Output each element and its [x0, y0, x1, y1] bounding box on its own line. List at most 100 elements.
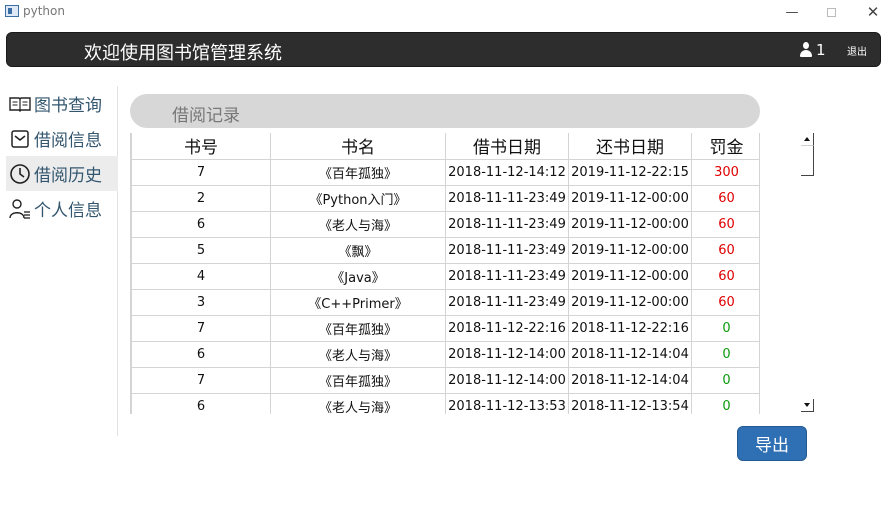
- cell-borrow-date: 2018-11-12-13:53: [445, 392, 569, 414]
- sidebar-item-label: 个人信息: [34, 201, 102, 221]
- cell-book-id: 5: [131, 236, 271, 264]
- scroll-up-button[interactable]: [801, 133, 814, 146]
- cell-book-title: 《百年孤独》: [270, 158, 446, 186]
- sidebar-item-borrow-info[interactable]: 借阅信息: [6, 121, 118, 156]
- cell-return-date: 2018-11-12-22:16: [568, 314, 692, 342]
- cell-borrow-date: 2018-11-11-23:49: [445, 288, 569, 316]
- cell-borrow-date: 2018-11-12-14:00: [445, 340, 569, 368]
- borrow-history-table: 书号 书名 借书日期 还书日期 罚金 7 《百年孤独》 2018-11-12-14:…: [130, 133, 760, 414]
- cell-book-id: 7: [131, 366, 271, 394]
- app-header: 欢迎使用图书馆管理系统 1 退出: [6, 32, 881, 67]
- sidebar-item-profile[interactable]: 个人信息: [6, 191, 118, 226]
- cell-book-title: 《Python入门》: [270, 184, 446, 212]
- cell-book-id: 3: [131, 288, 271, 316]
- cell-book-title: 《老人与海》: [270, 392, 446, 414]
- scroll-down-button[interactable]: [801, 399, 814, 412]
- cell-fine: 0: [691, 314, 759, 342]
- cell-book-title: 《百年孤独》: [270, 366, 446, 394]
- table-row[interactable]: 5 《飘》 2018-11-11-23:49 2019-11-12-00:00 60: [131, 236, 759, 264]
- table-row[interactable]: 4 《Java》 2018-11-11-23:49 2019-11-12-00:00 6…: [131, 262, 759, 290]
- cell-return-date: 2019-11-12-22:15: [568, 158, 692, 186]
- cell-return-date: 2018-11-12-14:04: [568, 366, 692, 394]
- section-header: 借阅记录: [130, 94, 760, 128]
- table-row[interactable]: 3 《C++Primer》 2018-11-11-23:49 2019-11-12-0…: [131, 288, 759, 316]
- cell-borrow-date: 2018-11-12-22:16: [445, 314, 569, 342]
- column-header-return-date[interactable]: 还书日期: [568, 133, 692, 160]
- cell-return-date: 2018-11-12-14:04: [568, 340, 692, 368]
- user-icon: [800, 42, 812, 58]
- cell-book-id: 6: [131, 392, 271, 414]
- cell-borrow-date: 2018-11-11-23:49: [445, 210, 569, 238]
- cell-book-title: 《百年孤独》: [270, 314, 446, 342]
- maximize-button[interactable]: [811, 0, 851, 24]
- sidebar-item-label: 图书查询: [34, 96, 102, 116]
- cell-book-id: 6: [131, 210, 271, 238]
- cell-borrow-date: 2018-11-12-14:12: [445, 158, 569, 186]
- cell-book-title: 《老人与海》: [270, 210, 446, 238]
- cell-fine: 300: [691, 158, 759, 186]
- cell-fine: 60: [691, 288, 759, 316]
- arrow-down-icon: [804, 403, 810, 407]
- cell-borrow-date: 2018-11-11-23:49: [445, 184, 569, 212]
- minimize-button[interactable]: —: [772, 0, 812, 24]
- cell-book-title: 《C++Primer》: [270, 288, 446, 316]
- cell-book-id: 2: [131, 184, 271, 212]
- cell-book-title: 《老人与海》: [270, 340, 446, 368]
- sidebar: 图书查询 借阅信息 借阅历史 个人信息: [6, 86, 118, 436]
- sidebar-item-book-search[interactable]: 图书查询: [6, 86, 118, 121]
- table-row[interactable]: 7 《百年孤独》 2018-11-12-22:16 2018-11-12-22:16 0: [131, 314, 759, 342]
- maximize-icon: [826, 7, 836, 17]
- logout-button[interactable]: 退出: [847, 43, 867, 58]
- sidebar-item-label: 借阅信息: [34, 131, 102, 151]
- cell-return-date: 2019-11-12-00:00: [568, 184, 692, 212]
- cell-fine: 60: [691, 262, 759, 290]
- cell-borrow-date: 2018-11-12-14:00: [445, 366, 569, 394]
- cell-return-date: 2018-11-12-13:54: [568, 392, 692, 414]
- column-header-book-title[interactable]: 书名: [270, 133, 446, 160]
- user-id: 1: [816, 41, 826, 59]
- inbox-icon: [9, 128, 31, 150]
- cell-return-date: 2019-11-12-00:00: [568, 262, 692, 290]
- cell-fine: 60: [691, 184, 759, 212]
- scrollbar-thumb[interactable]: [801, 146, 814, 176]
- window-title: python: [23, 4, 65, 18]
- cell-fine: 60: [691, 236, 759, 264]
- column-header-book-id[interactable]: 书号: [131, 133, 271, 160]
- cell-book-id: 7: [131, 158, 271, 186]
- column-header-borrow-date[interactable]: 借书日期: [445, 133, 569, 160]
- column-header-fine[interactable]: 罚金: [691, 133, 759, 160]
- header-title: 欢迎使用图书馆管理系统: [84, 43, 282, 64]
- export-button[interactable]: 导出: [737, 426, 807, 461]
- cell-borrow-date: 2018-11-11-23:49: [445, 236, 569, 264]
- cell-book-id: 7: [131, 314, 271, 342]
- book-icon: [9, 93, 31, 115]
- table-row[interactable]: 6 《老人与海》 2018-11-11-23:49 2019-11-12-00:00 6…: [131, 210, 759, 238]
- table-header-row: 书号 书名 借书日期 还书日期 罚金: [131, 133, 759, 160]
- cell-fine: 0: [691, 392, 759, 414]
- clock-icon: [9, 163, 31, 185]
- cell-return-date: 2019-11-12-00:00: [568, 288, 692, 316]
- sidebar-item-borrow-history[interactable]: 借阅历史: [6, 156, 118, 191]
- arrow-up-icon: [804, 137, 810, 141]
- close-button[interactable]: ✕: [853, 0, 893, 24]
- cell-book-title: 《飘》: [270, 236, 446, 264]
- table-row[interactable]: 2 《Python入门》 2018-11-11-23:49 2019-11-12-00…: [131, 184, 759, 212]
- cell-borrow-date: 2018-11-11-23:49: [445, 262, 569, 290]
- cell-fine: 60: [691, 210, 759, 238]
- sidebar-item-label: 借阅历史: [34, 166, 102, 186]
- cell-book-title: 《Java》: [270, 262, 446, 290]
- cell-book-id: 4: [131, 262, 271, 290]
- cell-return-date: 2019-11-12-00:00: [568, 210, 692, 238]
- app-icon: [5, 5, 19, 17]
- window-titlebar: python — ✕: [0, 0, 893, 24]
- table-row[interactable]: 7 《百年孤独》 2018-11-12-14:00 2018-11-12-14:04 0: [131, 366, 759, 394]
- table-row[interactable]: 7 《百年孤独》 2018-11-12-14:12 2019-11-12-22:15 3…: [131, 158, 759, 186]
- cell-return-date: 2019-11-12-00:00: [568, 236, 692, 264]
- cell-book-id: 6: [131, 340, 271, 368]
- table-row[interactable]: 6 《老人与海》 2018-11-12-13:53 2018-11-12-13:54 0: [131, 392, 759, 414]
- table-row[interactable]: 6 《老人与海》 2018-11-12-14:00 2018-11-12-14:04 0: [131, 340, 759, 368]
- cell-fine: 0: [691, 366, 759, 394]
- user-list-icon: [9, 198, 31, 220]
- section-title: 借阅记录: [172, 106, 240, 126]
- cell-fine: 0: [691, 340, 759, 368]
